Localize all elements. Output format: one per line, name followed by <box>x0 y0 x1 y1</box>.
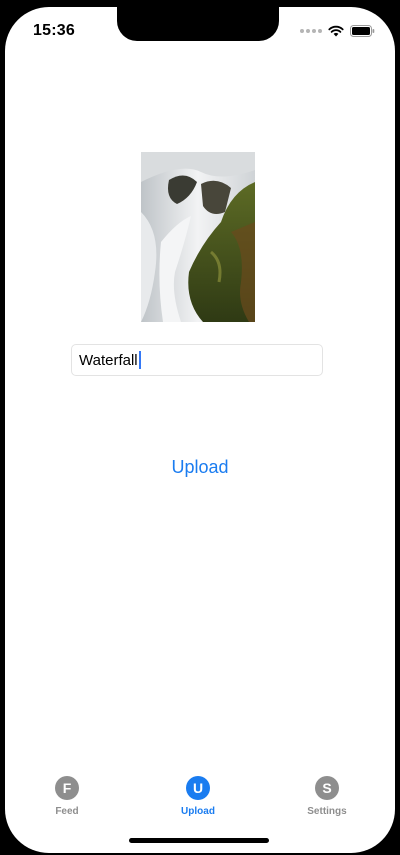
phone-screen: 15:36 Waterfall Upload F Feed U Upload S… <box>5 7 395 853</box>
tab-settings-label: Settings <box>307 806 347 817</box>
status-time: 15:36 <box>33 22 75 39</box>
tab-feed-label: Feed <box>55 806 79 817</box>
title-input-value: Waterfall <box>79 351 138 369</box>
tab-feed[interactable]: F Feed <box>17 776 117 817</box>
waterfall-image <box>141 152 255 322</box>
wifi-icon <box>328 25 344 37</box>
device-notch <box>117 7 279 41</box>
text-cursor <box>138 351 141 369</box>
tab-bar: F Feed U Upload S Settings <box>5 770 395 826</box>
tab-upload-label: Upload <box>181 806 215 817</box>
status-icons <box>300 25 375 37</box>
title-input[interactable]: Waterfall <box>71 344 323 376</box>
battery-icon <box>350 25 375 37</box>
tab-upload[interactable]: U Upload <box>148 776 248 817</box>
upload-icon: U <box>186 776 210 800</box>
settings-icon: S <box>315 776 339 800</box>
waterfall-photo[interactable] <box>141 152 255 322</box>
signal-dots-icon <box>300 29 322 33</box>
feed-icon: F <box>55 776 79 800</box>
tab-settings[interactable]: S Settings <box>277 776 377 817</box>
upload-button[interactable]: Upload <box>5 457 395 478</box>
home-indicator[interactable] <box>129 838 269 843</box>
